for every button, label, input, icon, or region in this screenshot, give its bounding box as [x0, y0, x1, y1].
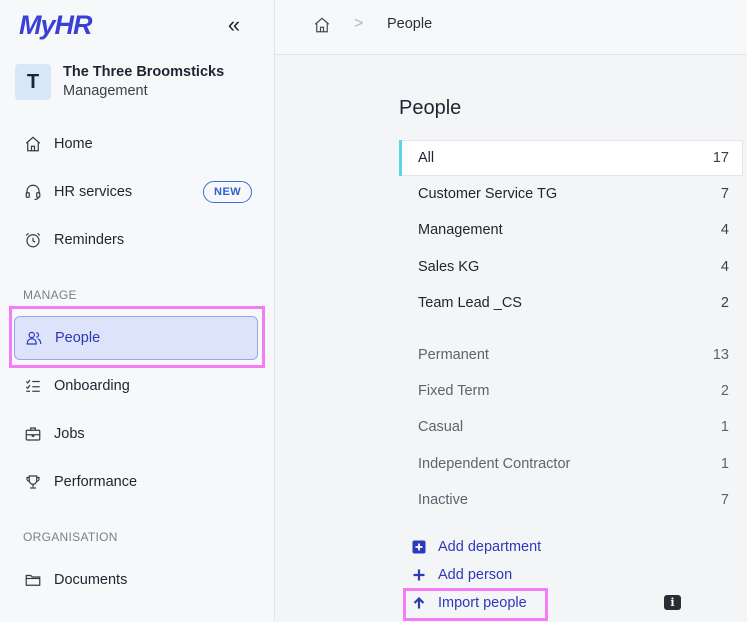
filter-label: Independent Contractor	[418, 456, 571, 472]
filter-count: 17	[712, 150, 729, 166]
sidebar-item-label: Home	[54, 136, 93, 152]
section-label-organisation: ORGANISATION	[23, 530, 118, 544]
filter-count: 4	[720, 259, 729, 275]
filter-count: 13	[712, 347, 729, 363]
filter-label: Fixed Term	[418, 383, 490, 399]
action-label: Add department	[438, 539, 542, 555]
filter-count: 7	[720, 186, 729, 202]
breadcrumb-home[interactable]	[313, 16, 331, 34]
sidebar-item-reminders[interactable]: Reminders	[14, 218, 258, 262]
new-badge: NEW	[203, 181, 253, 203]
sidebar-item-label: Reminders	[54, 232, 125, 248]
filter-casual[interactable]: Casual 1	[399, 409, 729, 445]
filter-permanent[interactable]: Permanent 13	[399, 337, 729, 373]
sidebar-item-label: Onboarding	[54, 378, 130, 394]
add-department-button[interactable]: Add department	[412, 539, 541, 555]
filter-independent-contractor[interactable]: Independent Contractor 1	[399, 446, 729, 482]
filter-count: 1	[720, 419, 729, 435]
filter-label: Inactive	[418, 492, 468, 508]
filter-label: Sales KG	[418, 259, 480, 275]
briefcase-icon	[23, 424, 43, 444]
filter-sales-kg[interactable]: Sales KG 4	[399, 249, 729, 285]
filter-customer-service-tg[interactable]: Customer Service TG 7	[399, 176, 729, 212]
filter-management[interactable]: Management 4	[399, 212, 729, 248]
checklist-icon	[23, 376, 43, 396]
add-person-button[interactable]: Add person	[412, 567, 512, 583]
sidebar-item-jobs[interactable]: Jobs	[14, 412, 258, 456]
filter-team-lead-cs[interactable]: Team Lead _CS 2	[399, 285, 729, 321]
org-switcher[interactable]: T The Three Broomsticks Management	[15, 63, 224, 101]
top-bar: > People	[275, 0, 747, 55]
filter-count: 7	[720, 492, 729, 508]
home-icon	[314, 17, 330, 33]
filter-label: Permanent	[418, 347, 489, 363]
filter-count: 2	[720, 383, 729, 399]
filter-label: All	[418, 150, 435, 166]
alarm-clock-icon	[23, 230, 43, 250]
highlight-import-people	[403, 588, 548, 621]
breadcrumb-current: People	[387, 16, 433, 32]
home-icon	[23, 134, 43, 154]
filter-all[interactable]: All 17	[399, 140, 729, 176]
collapse-sidebar-button[interactable]: «	[224, 14, 244, 36]
filter-inactive[interactable]: Inactive 7	[399, 482, 729, 518]
filter-count: 4	[720, 222, 729, 238]
org-avatar: T	[15, 64, 51, 100]
filter-label: Team Lead _CS	[418, 295, 522, 311]
sidebar-item-label: Documents	[54, 572, 128, 588]
sidebar-item-label: Performance	[54, 474, 138, 490]
sidebar-item-documents[interactable]: Documents	[14, 558, 258, 602]
filter-label: Customer Service TG	[418, 186, 558, 202]
filter-fixed-term[interactable]: Fixed Term 2	[399, 373, 729, 409]
section-label-manage: MANAGE	[23, 288, 77, 302]
sidebar-item-label: HR services	[54, 184, 133, 200]
sidebar-item-label: Jobs	[54, 426, 85, 442]
page-title: People	[399, 97, 462, 119]
action-label: Add person	[438, 567, 513, 583]
headset-icon	[23, 182, 43, 202]
trophy-icon	[23, 472, 43, 492]
folder-icon	[23, 570, 43, 590]
plus-icon	[412, 568, 426, 582]
filter-count: 1	[720, 456, 729, 472]
filter-label: Casual	[418, 419, 464, 435]
plus-square-icon	[412, 540, 426, 554]
org-role: Management	[63, 83, 148, 99]
org-name: The Three Broomsticks	[63, 64, 225, 80]
chevron-right-icon: >	[354, 15, 364, 32]
filter-count: 2	[720, 295, 729, 311]
sidebar-item-onboarding[interactable]: Onboarding	[14, 364, 258, 408]
filter-label: Management	[418, 222, 503, 238]
highlight-people-nav	[9, 306, 265, 368]
sidebar-item-performance[interactable]: Performance	[14, 460, 258, 504]
double-chevron-left-icon: «	[227, 12, 241, 37]
sidebar-item-hr-services[interactable]: HR services NEW	[14, 170, 258, 214]
sidebar-item-home[interactable]: Home	[14, 122, 258, 166]
info-icon[interactable]: i	[664, 595, 681, 610]
myhr-logo[interactable]: MyHR	[19, 10, 93, 41]
